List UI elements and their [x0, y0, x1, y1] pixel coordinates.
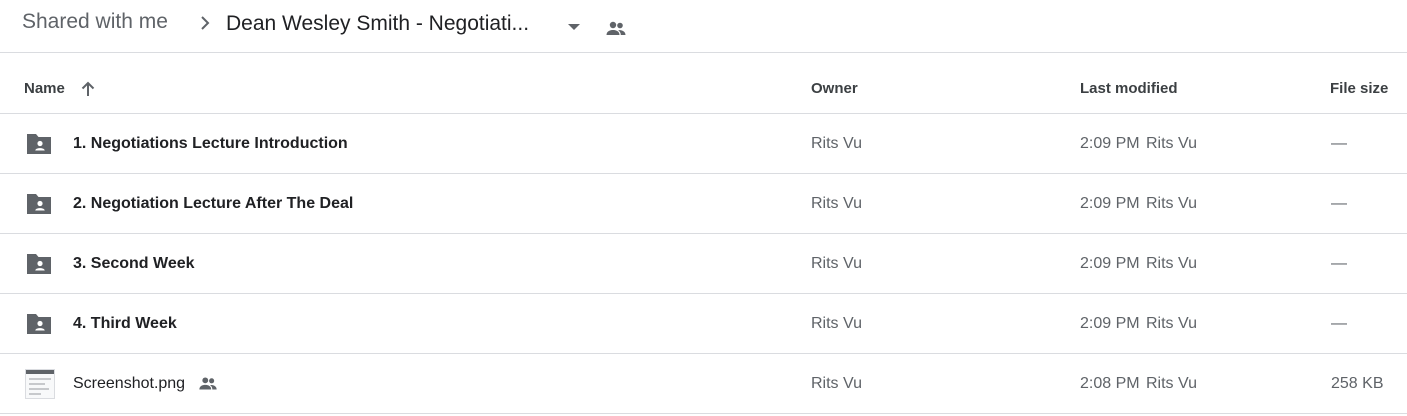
owner-name: Rits Vu [811, 375, 862, 392]
list-item[interactable]: 3. Second Week Rits Vu 2:09 PM Rits Vu — [0, 234, 1407, 294]
shared-folder-icon [25, 131, 53, 157]
file-name: 1. Negotiations Lecture Introduction [73, 135, 348, 152]
modified-by: Rits Vu [1146, 195, 1197, 212]
list-item[interactable]: Screenshot.png Rits Vu 2:08 PM Rits Vu 2… [0, 354, 1407, 414]
modified-by: Rits Vu [1146, 255, 1197, 272]
file-name: 4. Third Week [73, 315, 177, 332]
arrow-drop-down-icon[interactable] [563, 16, 585, 38]
owner-name: Rits Vu [811, 255, 862, 272]
file-name: 3. Second Week [73, 255, 195, 272]
owner-name: Rits Vu [811, 315, 862, 332]
chevron-right-icon [197, 14, 213, 32]
list-item[interactable]: 1. Negotiations Lecture Introduction Rit… [0, 114, 1407, 174]
breadcrumb-current-folder[interactable]: Dean Wesley Smith - Negotiati... [226, 12, 529, 36]
file-list: 1. Negotiations Lecture Introduction Rit… [0, 114, 1407, 414]
file-size: 258 KB [1331, 375, 1384, 392]
shared-folder-icon [25, 191, 53, 217]
shared-folder-icon [25, 311, 53, 337]
owner-name: Rits Vu [811, 135, 862, 152]
people-icon[interactable] [604, 17, 628, 41]
people-icon [197, 374, 219, 394]
modified-time: 2:09 PM [1080, 255, 1140, 272]
file-size: — [1331, 195, 1347, 212]
modified-time: 2:09 PM [1080, 195, 1140, 212]
file-name: Screenshot.png [73, 375, 186, 392]
shared-folder-icon [25, 251, 53, 277]
column-owner[interactable]: Owner [811, 80, 858, 97]
image-thumbnail [25, 369, 55, 399]
file-size: — [1331, 315, 1347, 332]
modified-by: Rits Vu [1146, 135, 1197, 152]
file-size: — [1331, 135, 1347, 152]
modified-time: 2:08 PM [1080, 375, 1140, 392]
arrow-up-icon[interactable] [78, 79, 98, 99]
list-item[interactable]: 4. Third Week Rits Vu 2:09 PM Rits Vu — [0, 294, 1407, 354]
column-name[interactable]: Name [24, 80, 65, 97]
modified-time: 2:09 PM [1080, 315, 1140, 332]
column-file-size[interactable]: File size [1330, 80, 1388, 97]
modified-time: 2:09 PM [1080, 135, 1140, 152]
breadcrumb-shared-with-me[interactable]: Shared with me [22, 10, 168, 34]
owner-name: Rits Vu [811, 195, 862, 212]
modified-by: Rits Vu [1146, 315, 1197, 332]
file-size: — [1331, 255, 1347, 272]
file-name: 2. Negotiation Lecture After The Deal [73, 195, 354, 212]
breadcrumb-bar: Shared with me Dean Wesley Smith - Negot… [0, 0, 1407, 53]
list-item[interactable]: 2. Negotiation Lecture After The Deal Ri… [0, 174, 1407, 234]
column-last-modified[interactable]: Last modified [1080, 80, 1178, 97]
modified-by: Rits Vu [1146, 375, 1197, 392]
column-header-row: Name Owner Last modified File size [0, 54, 1407, 114]
